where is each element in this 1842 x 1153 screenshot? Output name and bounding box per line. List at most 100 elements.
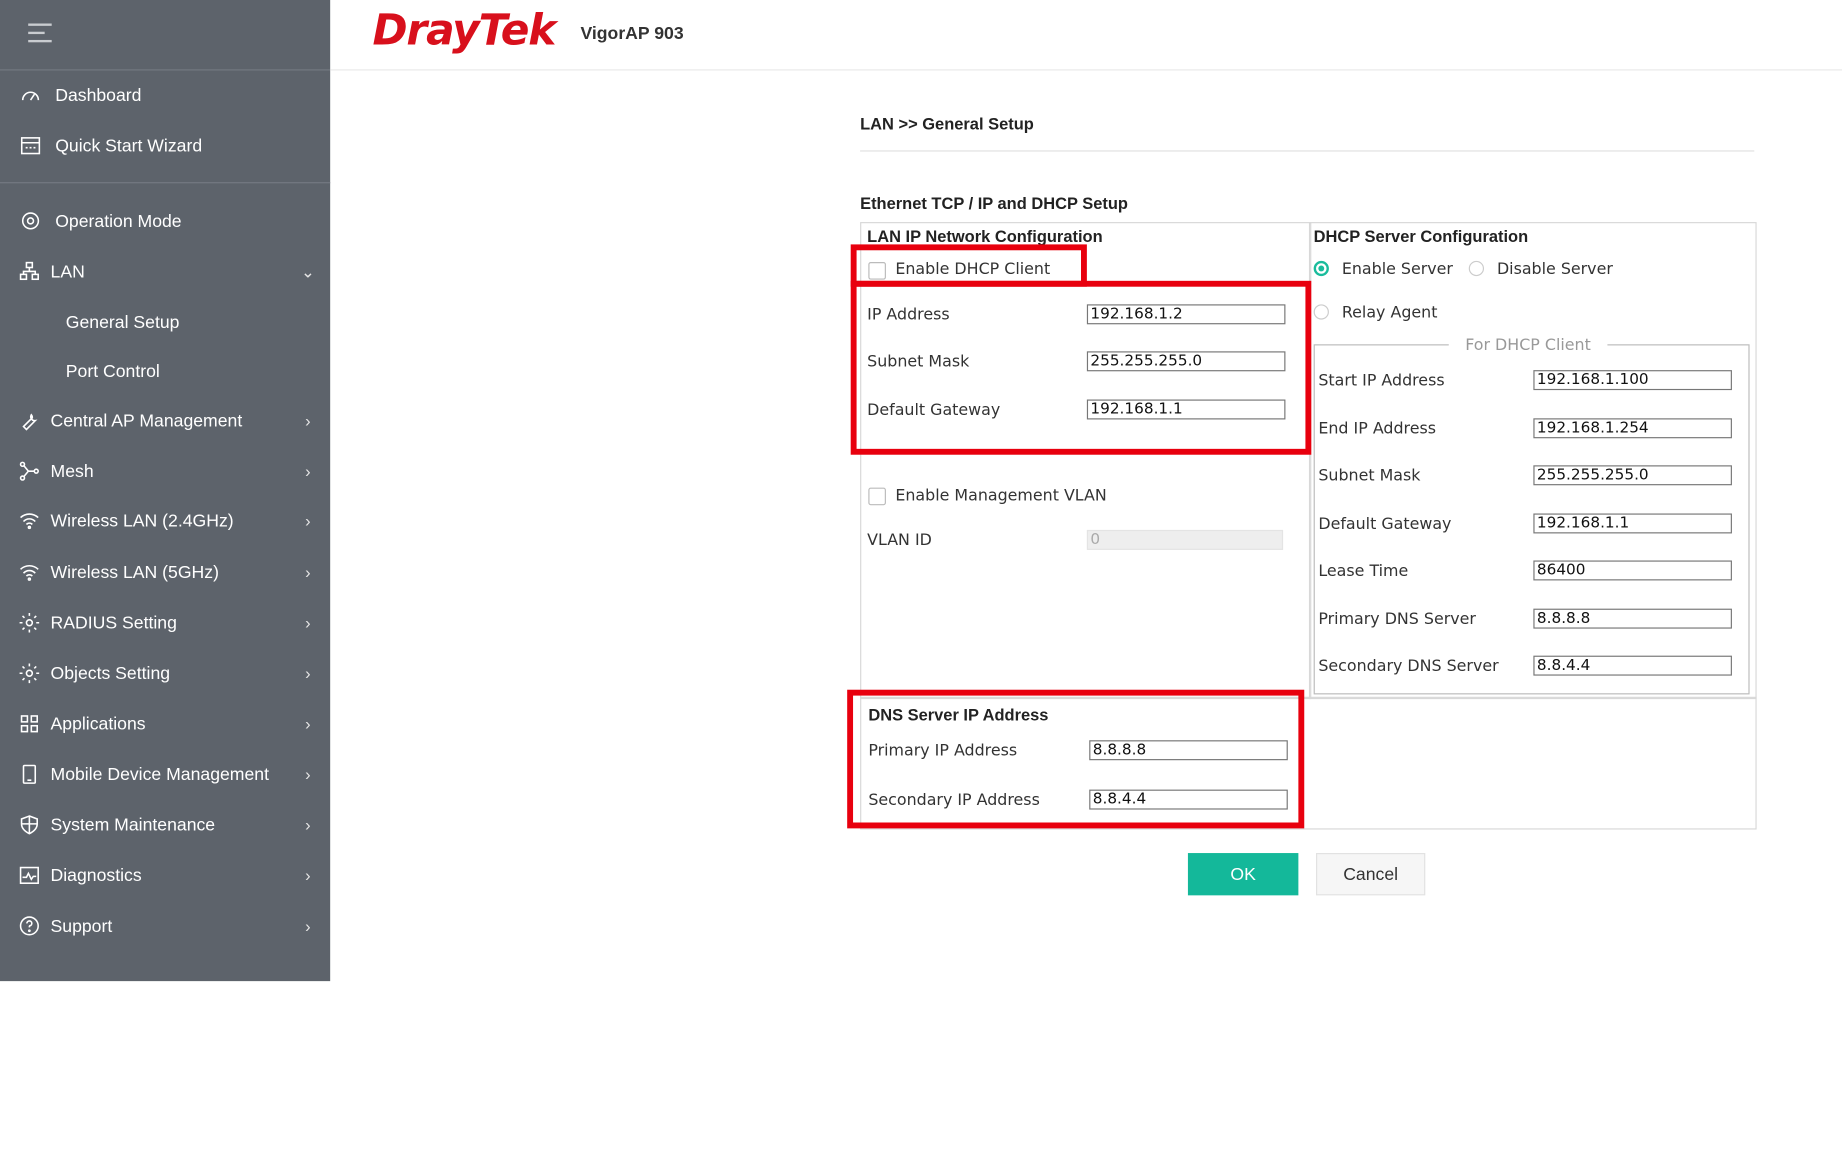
sidebar-item-label: Support: [50, 915, 113, 936]
gear-icon: [16, 660, 42, 686]
sidebar-item-operation-mode[interactable]: Operation Mode: [0, 201, 330, 241]
breadcrumb: LAN >> General Setup: [860, 113, 1034, 133]
sidebar-item-label: Central AP Management: [50, 410, 243, 431]
chevron-right-icon: ›: [305, 714, 311, 734]
lease-time-input[interactable]: [1533, 560, 1732, 581]
sidebar-item-quick-start-wizard[interactable]: Quick Start Wizard: [0, 126, 330, 166]
sidebar-item-label: System Maintenance: [50, 814, 216, 835]
sidebar-item-label: Applications: [50, 713, 146, 734]
relay-agent-radio[interactable]: [1313, 304, 1329, 320]
wifi-icon: [16, 508, 42, 534]
mobile-icon: [16, 761, 42, 787]
applications-icon: [16, 711, 42, 737]
chevron-right-icon: ›: [305, 411, 311, 431]
chevron-right-icon: ›: [305, 916, 311, 936]
chevron-right-icon: ›: [305, 764, 311, 784]
chevron-right-icon: ›: [305, 613, 311, 633]
vlan-id-input: [1086, 529, 1284, 550]
sidebar-item-lan[interactable]: LAN ⌄: [0, 251, 330, 291]
sidebar-item-label: Dashboard: [55, 85, 142, 106]
enable-management-vlan-label: Enable Management VLAN: [895, 486, 1107, 506]
sidebar-item-label: Wireless LAN (2.4GHz): [50, 510, 234, 531]
wrench-icon: [16, 408, 42, 434]
ok-button[interactable]: OK: [1187, 853, 1299, 896]
disable-server-label: Disable Server: [1496, 259, 1613, 279]
sidebar-item-mobile-device-management[interactable]: Mobile Device Management ›: [0, 754, 330, 794]
lease-time-label: Lease Time: [1318, 561, 1409, 581]
relay-agent-label: Relay Agent: [1341, 303, 1438, 322]
sidebar-item-label: Wireless LAN (5GHz): [50, 562, 219, 583]
primary-dns-server-input[interactable]: [1533, 608, 1732, 629]
sidebar: Dashboard Quick Start Wizard Operation M…: [0, 0, 331, 982]
sidebar-item-applications[interactable]: Applications ›: [0, 704, 330, 744]
sidebar-item-system-maintenance[interactable]: System Maintenance ›: [0, 805, 330, 845]
sidebar-item-mesh[interactable]: Mesh ›: [0, 451, 330, 491]
sidebar-item-label: Diagnostics: [50, 865, 142, 886]
header: DrayTek VigorAP 903: [330, 0, 1842, 71]
diagnostics-icon: [16, 862, 42, 888]
highlight-box-dns: [847, 689, 1305, 829]
start-ip-label: Start IP Address: [1318, 371, 1445, 391]
disable-server-radio[interactable]: [1468, 260, 1485, 277]
vlan-id-label: VLAN ID: [867, 531, 932, 550]
menu-icon[interactable]: [28, 23, 52, 49]
dhcp-subnet-mask-input[interactable]: [1533, 465, 1732, 486]
model-name: VigorAP 903: [580, 23, 684, 44]
dhcp-client-legend: For DHCP Client: [1448, 336, 1608, 355]
operation-mode-icon: [18, 208, 44, 234]
sidebar-subitem-port-control[interactable]: Port Control: [66, 362, 160, 382]
enable-management-vlan-checkbox[interactable]: [868, 487, 886, 506]
brand-logo: DrayTek: [372, 7, 556, 56]
sidebar-item-label: Objects Setting: [50, 663, 171, 684]
wifi-icon: [16, 559, 42, 585]
dhcp-config-title: DHCP Server Configuration: [1313, 226, 1529, 246]
primary-dns-server-label: Primary DNS Server: [1318, 609, 1476, 629]
sidebar-item-support[interactable]: Support ›: [0, 906, 330, 946]
chevron-right-icon: ›: [305, 562, 311, 582]
enable-server-radio[interactable]: [1313, 260, 1329, 277]
enable-server-label: Enable Server: [1341, 259, 1453, 279]
chevron-right-icon: ›: [305, 815, 311, 835]
sidebar-item-label: RADIUS Setting: [50, 612, 177, 633]
dashboard-icon: [18, 82, 44, 108]
sidebar-item-dashboard[interactable]: Dashboard: [0, 75, 330, 115]
secondary-dns-server-input[interactable]: [1533, 655, 1732, 676]
sidebar-item-objects-setting[interactable]: Objects Setting ›: [0, 653, 330, 693]
chevron-right-icon: ›: [305, 865, 311, 885]
sidebar-item-central-ap-management[interactable]: Central AP Management ›: [0, 401, 330, 441]
cancel-button[interactable]: Cancel: [1316, 853, 1426, 896]
wizard-icon: [18, 133, 44, 159]
sidebar-item-wireless-lan-24[interactable]: Wireless LAN (2.4GHz) ›: [0, 501, 330, 541]
chevron-right-icon: ›: [305, 663, 311, 683]
start-ip-input[interactable]: [1533, 370, 1732, 391]
sidebar-item-label: Mobile Device Management: [50, 764, 270, 785]
sidebar-item-label: Mesh: [50, 461, 94, 482]
sidebar-item-wireless-lan-5[interactable]: Wireless LAN (5GHz) ›: [0, 552, 330, 592]
dhcp-default-gateway-input[interactable]: [1533, 513, 1732, 534]
chevron-right-icon: ›: [305, 511, 311, 530]
lan-config-title: LAN IP Network Configuration: [867, 226, 1103, 246]
sidebar-divider: [0, 182, 331, 184]
mesh-icon: [16, 458, 42, 484]
sidebar-subitem-general-setup[interactable]: General Setup: [66, 313, 180, 333]
sidebar-item-radius-setting[interactable]: RADIUS Setting ›: [0, 603, 330, 643]
breadcrumb-divider: [860, 150, 1755, 152]
sidebar-item-label: LAN: [50, 261, 85, 282]
chevron-right-icon: ›: [305, 461, 311, 481]
end-ip-label: End IP Address: [1318, 419, 1436, 439]
gear-icon: [16, 610, 42, 636]
sidebar-item-diagnostics[interactable]: Diagnostics ›: [0, 855, 330, 895]
chevron-down-icon: ⌄: [300, 261, 315, 281]
secondary-dns-server-label: Secondary DNS Server: [1318, 656, 1499, 676]
sidebar-item-label: Operation Mode: [55, 210, 182, 231]
dhcp-subnet-mask-label: Subnet Mask: [1318, 466, 1421, 486]
highlight-box-lan-ip: [850, 280, 1312, 455]
sidebar-divider: [0, 69, 331, 71]
lan-icon: [16, 259, 42, 285]
shield-icon: [16, 812, 42, 838]
help-icon: [16, 913, 42, 939]
section-title: Ethernet TCP / IP and DHCP Setup: [860, 193, 1128, 213]
end-ip-input[interactable]: [1533, 418, 1732, 439]
sidebar-item-label: Quick Start Wizard: [55, 135, 203, 156]
dhcp-default-gateway-label: Default Gateway: [1318, 514, 1452, 534]
